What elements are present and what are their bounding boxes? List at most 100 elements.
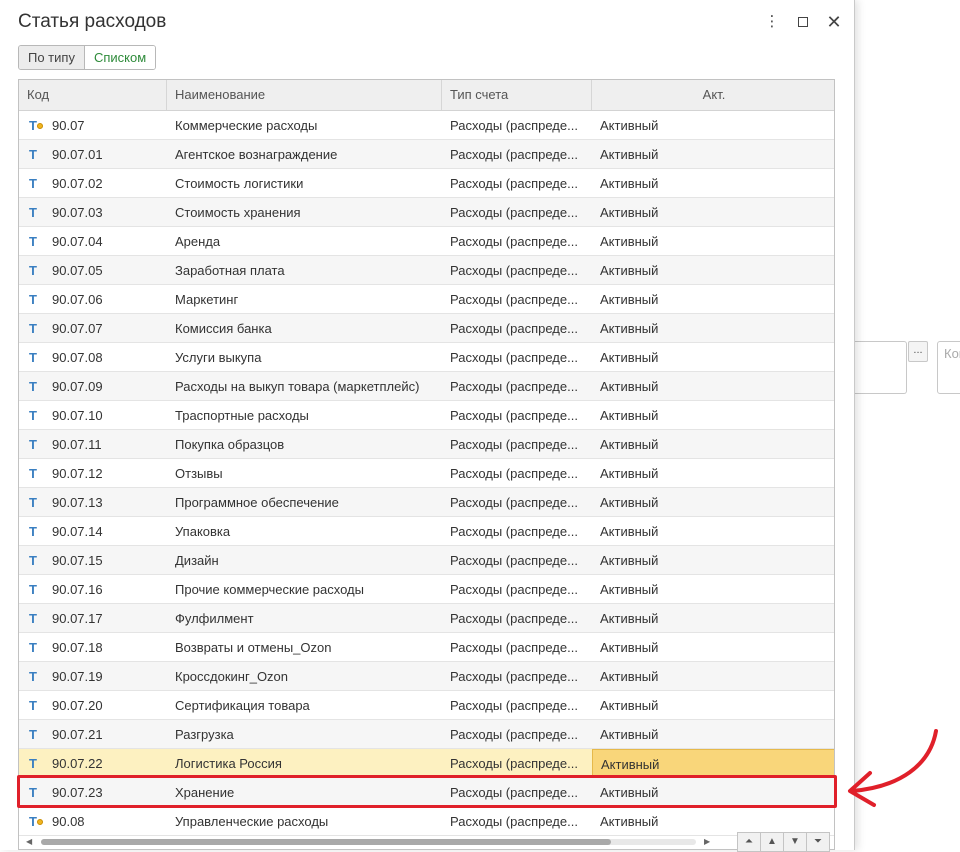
account-icon: T xyxy=(29,582,37,597)
table-row[interactable]: T 90.07.19 Кроссдокинг_Ozon Расходы (распре… xyxy=(19,662,834,691)
account-icon: T xyxy=(29,379,37,394)
table-row[interactable]: T 90.08 Управленческие расходы Расходы (рас… xyxy=(19,807,834,836)
table-row[interactable]: T 90.07.21 Разгрузка Расходы (распреде... Ак… xyxy=(19,720,834,749)
go-down-icon[interactable]: ▼ xyxy=(783,832,807,852)
go-first-icon[interactable]: ⏶ xyxy=(737,832,761,852)
cell-account-type: Расходы (распреде... xyxy=(450,466,578,481)
table-row[interactable]: T 90.07.11 Покупка образцов Расходы (распре… xyxy=(19,430,834,459)
annotation-highlight-box xyxy=(17,775,837,808)
go-last-icon[interactable]: ⏷ xyxy=(806,832,830,852)
account-icon: T xyxy=(29,292,37,307)
cell-name: Стоимость хранения xyxy=(175,205,301,220)
annotation-arrow-icon xyxy=(848,729,938,807)
code-text: 90.07.03 xyxy=(52,205,103,220)
account-icon: T xyxy=(29,669,37,684)
scroll-track[interactable] xyxy=(41,839,696,845)
cell-code: T 90.07 xyxy=(19,111,167,139)
table-row[interactable]: T 90.07.18 Возвраты и отмены_Ozon Расходы (… xyxy=(19,633,834,662)
cell-account-type: Расходы (распреде... xyxy=(450,379,578,394)
account-icon: T xyxy=(29,263,37,278)
cell-name: Услуги выкупа xyxy=(175,350,262,365)
account-icon: T xyxy=(29,408,37,423)
cell-name: Агентское вознаграждение xyxy=(175,147,338,162)
cell-name: Возвраты и отмены_Ozon xyxy=(175,640,332,655)
cell-activity: Активный xyxy=(600,611,659,626)
table-row[interactable]: T 90.07.07 Комиссия банка Расходы (распреде… xyxy=(19,314,834,343)
cell-code: T 90.07.08 xyxy=(19,343,167,371)
scroll-thumb[interactable] xyxy=(41,839,611,845)
cell-account-type: Расходы (распреде... xyxy=(450,118,578,133)
table-row[interactable]: T 90.07.22 Логистика Россия Расходы (распре… xyxy=(19,749,834,778)
close-icon[interactable]: ✕ xyxy=(824,12,844,32)
cell-name: Расходы на выкуп товара (маркетплейс) xyxy=(175,379,420,394)
account-icon: T xyxy=(29,321,37,336)
cell-activity: Активный xyxy=(600,118,659,133)
code-text: 90.07.12 xyxy=(52,466,103,481)
column-header-name[interactable]: Наименование xyxy=(167,80,442,110)
cell-name: Отзывы xyxy=(175,466,223,481)
table-row[interactable]: T 90.07.15 Дизайн Расходы (распреде... Актив… xyxy=(19,546,834,575)
table-row[interactable]: T 90.07.14 Упаковка Расходы (распреде... Акт… xyxy=(19,517,834,546)
table-row[interactable]: T 90.07.17 Фулфилмент Расходы (распреде... А… xyxy=(19,604,834,633)
cell-activity: Активный xyxy=(600,408,659,423)
table-row[interactable]: T 90.07.06 Маркетинг Расходы (распреде... Ак… xyxy=(19,285,834,314)
table-row[interactable]: T 90.07 Коммерческие расходы Расходы (распр… xyxy=(19,111,834,140)
code-text: 90.07.22 xyxy=(52,756,103,771)
table-row[interactable]: T 90.07.09 Расходы на выкуп товара (маркет… xyxy=(19,372,834,401)
cell-code: T 90.07.20 xyxy=(19,691,167,719)
table-row[interactable]: T 90.07.16 Прочие коммерческие расходы Расх… xyxy=(19,575,834,604)
cell-account-type: Расходы (распреде... xyxy=(450,437,578,452)
expense-items-table: Код Наименование Тип счета Акт. T 90.07 Ко… xyxy=(18,79,835,850)
code-text: 90.08 xyxy=(52,814,85,829)
code-text: 90.07.06 xyxy=(52,292,103,307)
scroll-left-icon[interactable]: ◀ xyxy=(26,837,32,846)
cell-name: Прочие коммерческие расходы xyxy=(175,582,364,597)
account-icon: T xyxy=(29,234,37,249)
cell-code: T 90.07.03 xyxy=(19,198,167,226)
cell-activity: Активный xyxy=(600,292,659,307)
table-row[interactable]: T 90.07.04 Аренда Расходы (распреде... Актив… xyxy=(19,227,834,256)
table-row[interactable]: T 90.07.13 Программное обеспечение Расходы … xyxy=(19,488,834,517)
view-by-type-button[interactable]: По типу xyxy=(19,46,85,69)
cell-code: T 90.07.17 xyxy=(19,604,167,632)
table-row[interactable]: T 90.07.12 Отзывы Расходы (распреде... Актив… xyxy=(19,459,834,488)
cell-code: T 90.07.21 xyxy=(19,720,167,748)
table-row[interactable]: T 90.07.01 Агентское вознаграждение Расходы… xyxy=(19,140,834,169)
cell-account-type: Расходы (распреде... xyxy=(450,408,578,423)
code-text: 90.07.20 xyxy=(52,698,103,713)
cell-account-type: Расходы (распреде... xyxy=(450,321,578,336)
table-row[interactable]: T 90.07.20 Сертификация товара Расходы (рас… xyxy=(19,691,834,720)
code-text: 90.07.08 xyxy=(52,350,103,365)
table-row[interactable]: T 90.07.03 Стоимость хранения Расходы (расп… xyxy=(19,198,834,227)
column-header-activity[interactable]: Акт. xyxy=(592,80,834,110)
cell-name: Разгрузка xyxy=(175,727,234,742)
table-row[interactable]: T 90.07.10 Траспортные расходы Расходы (рас… xyxy=(19,401,834,430)
column-header-code[interactable]: Код xyxy=(19,80,167,110)
view-as-list-button[interactable]: Списком xyxy=(84,46,156,69)
cell-account-type: Расходы (распреде... xyxy=(450,669,578,684)
cell-activity: Активный xyxy=(592,749,834,777)
column-header-account-type[interactable]: Тип счета xyxy=(442,80,592,110)
cell-code: T 90.07.19 xyxy=(19,662,167,690)
scroll-right-icon[interactable]: ▶ xyxy=(704,837,710,846)
background-comment-field[interactable]: Ком xyxy=(937,341,960,394)
account-icon: T xyxy=(29,611,37,626)
horizontal-scrollbar[interactable]: ◀ ▶ xyxy=(26,837,716,846)
maximize-icon[interactable] xyxy=(793,12,813,32)
cell-account-type: Расходы (распреде... xyxy=(450,495,578,510)
code-text: 90.07 xyxy=(52,118,85,133)
cell-activity: Активный xyxy=(600,524,659,539)
code-text: 90.07.14 xyxy=(52,524,103,539)
table-row[interactable]: T 90.07.08 Услуги выкупа Расходы (распреде.… xyxy=(19,343,834,372)
cell-code: T 90.07.13 xyxy=(19,488,167,516)
background-input-field[interactable] xyxy=(855,341,907,394)
cell-name: Упаковка xyxy=(175,524,231,539)
select-button[interactable]: ... xyxy=(908,341,928,362)
cell-account-type: Расходы (распреде... xyxy=(450,263,578,278)
table-row[interactable]: T 90.07.02 Стоимость логистики Расходы (рас… xyxy=(19,169,834,198)
go-up-icon[interactable]: ▲ xyxy=(760,832,784,852)
account-icon: T xyxy=(29,205,37,220)
table-row[interactable]: T 90.07.05 Заработная плата Расходы (распре… xyxy=(19,256,834,285)
more-icon[interactable]: ⋮ xyxy=(762,12,782,32)
cell-activity: Активный xyxy=(600,640,659,655)
